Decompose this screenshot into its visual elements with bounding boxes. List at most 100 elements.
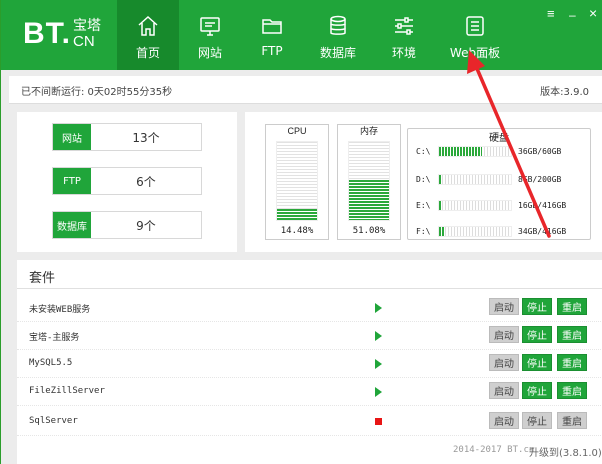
disk-drive-name: C:\: [416, 146, 431, 156]
stop-button[interactable]: 停止: [522, 298, 552, 315]
cpu-value: 14.48%: [280, 226, 314, 236]
update-link[interactable]: 升级到(3.8.1.0): [529, 444, 602, 459]
logo-cn-bottom: CN: [73, 33, 95, 50]
ftp-count-label: FTP: [53, 168, 91, 194]
service-row: 未安装WEB服务 启动 停止 重启: [17, 294, 602, 322]
disk-row-e: E:\ 16GB/416GB: [416, 199, 586, 211]
disk-usage-text: 8GB/200GB: [518, 174, 562, 184]
cpu-bar-fill: [277, 208, 317, 220]
logo-bt-text: BT.: [23, 17, 71, 50]
website-count-label: 网站: [53, 124, 91, 150]
start-button[interactable]: 启动: [489, 412, 519, 429]
service-row: FileZillServer 启动 停止 重启: [17, 378, 602, 406]
main-nav: 首页 网站 FTP 数据库 环境 Web面板: [117, 0, 515, 70]
disk-usage-text: 16GB/416GB: [518, 200, 567, 210]
restart-button[interactable]: 重启: [557, 298, 587, 315]
close-button[interactable]: ×: [589, 5, 597, 21]
service-name: MySQL5.5: [29, 358, 73, 368]
nav-database-label: 数据库: [319, 46, 356, 60]
copyright-text: 2014-2017 BT.cn: [453, 445, 535, 455]
service-row: MySQL5.5 启动 停止 重启: [17, 350, 602, 378]
home-icon: [138, 15, 158, 36]
panel-icon: [466, 16, 484, 36]
start-button[interactable]: 启动: [489, 298, 519, 315]
stop-button[interactable]: 停止: [522, 382, 552, 399]
disk-usage-text: 34GB/416GB: [518, 226, 567, 236]
disk-bar-fill: [439, 146, 483, 156]
service-name: 未安装WEB服务: [29, 305, 91, 315]
running-icon: [375, 303, 382, 313]
cpu-label: CPU: [287, 126, 307, 136]
nav-websites-label: 网站: [197, 46, 222, 60]
stopped-icon: [375, 418, 382, 425]
services-panel: 套件 未安装WEB服务 启动 停止 重启 宝塔-主服务 启动 停止 重启 MyS…: [17, 260, 602, 436]
nav-web-panel[interactable]: Web面板: [435, 0, 515, 70]
bt-logo: BT. 宝塔 CN: [23, 18, 101, 49]
disk-bar-fill: [439, 200, 442, 210]
website-count[interactable]: 网站 13个: [52, 123, 202, 151]
start-button[interactable]: 启动: [489, 326, 519, 343]
footer: 2014-2017 BT.cn 升级到(3.8.1.0): [17, 436, 602, 464]
minimize-button[interactable]: –: [569, 8, 576, 22]
stop-button[interactable]: 停止: [522, 326, 552, 343]
service-name: SqlServer: [29, 416, 78, 426]
start-button[interactable]: 启动: [489, 382, 519, 399]
database-count[interactable]: 数据库 9个: [52, 211, 202, 239]
cpu-bar: [276, 141, 318, 221]
sliders-icon: [395, 17, 413, 35]
memory-value: 51.08%: [352, 226, 386, 236]
stop-button[interactable]: 停止: [522, 412, 552, 429]
disk-bar: [438, 173, 512, 185]
ftp-count[interactable]: FTP 6个: [52, 167, 202, 195]
memory-bar-fill: [349, 180, 389, 220]
nav-environment-label: 环境: [391, 46, 416, 60]
nav-environment[interactable]: 环境: [373, 0, 435, 70]
disk-bar-fill: [439, 226, 445, 236]
disk-title: 硬盘: [489, 133, 509, 144]
nav-database[interactable]: 数据库: [303, 0, 373, 70]
running-icon: [375, 331, 382, 341]
website-count-value: 13个: [132, 130, 160, 145]
resource-panel: CPU 14.48% 内存 51.08% 硬盘 C:\ 36GB/60GB D:…: [245, 112, 602, 252]
disk-bar: [438, 225, 512, 237]
monitor-icon: [200, 17, 220, 36]
service-row: 宝塔-主服务 启动 停止 重启: [17, 322, 602, 350]
disk-drive-name: D:\: [416, 174, 431, 184]
nav-ftp-label: FTP: [261, 44, 283, 58]
nav-home-label: 首页: [135, 46, 160, 60]
services-title: 套件: [29, 271, 56, 286]
disk-bar: [438, 199, 512, 211]
disk-drive-name: F:\: [416, 226, 431, 236]
ftp-count-value: 6个: [136, 174, 156, 189]
database-count-value: 9个: [136, 218, 156, 233]
restart-button[interactable]: 重启: [557, 354, 587, 371]
database-icon: [330, 15, 346, 35]
disk-row-d: D:\ 8GB/200GB: [416, 173, 586, 185]
disk-row-f: F:\ 34GB/416GB: [416, 225, 586, 237]
disk-drive-name: E:\: [416, 200, 431, 210]
menu-icon[interactable]: ≡: [547, 6, 555, 21]
nav-home[interactable]: 首页: [117, 0, 179, 70]
stop-button[interactable]: 停止: [522, 354, 552, 371]
service-name: 宝塔-主服务: [29, 333, 80, 343]
disk-usage-text: 36GB/60GB: [518, 146, 562, 156]
bt-panel-window: BT. 宝塔 CN 首页 网站 FTP 数据库 环境 Web面板 ≡ – × 已…: [0, 0, 602, 464]
folder-icon: [262, 19, 282, 34]
services-divider: [17, 288, 602, 289]
site-counts-panel: 网站 13个 FTP 6个 数据库 9个: [17, 112, 237, 252]
database-count-label: 数据库: [53, 212, 91, 238]
start-button[interactable]: 启动: [489, 354, 519, 371]
nav-web-panel-label: Web面板: [449, 46, 501, 60]
nav-websites[interactable]: 网站: [179, 0, 241, 70]
running-icon: [375, 359, 382, 369]
restart-button[interactable]: 重启: [557, 326, 587, 343]
service-row: SqlServer 启动 停止 重启: [17, 408, 602, 436]
disk-usage-box: 硬盘 C:\ 36GB/60GB D:\ 8GB/200GB E:\ 16GB/…: [407, 128, 591, 240]
memory-label: 内存: [359, 126, 378, 136]
nav-ftp[interactable]: FTP: [241, 0, 303, 70]
restart-button[interactable]: 重启: [557, 412, 587, 429]
disk-bar: [438, 145, 512, 157]
logo-cn-top: 宝塔: [73, 18, 101, 34]
restart-button[interactable]: 重启: [557, 382, 587, 399]
memory-gauge: 内存 51.08%: [337, 124, 401, 240]
